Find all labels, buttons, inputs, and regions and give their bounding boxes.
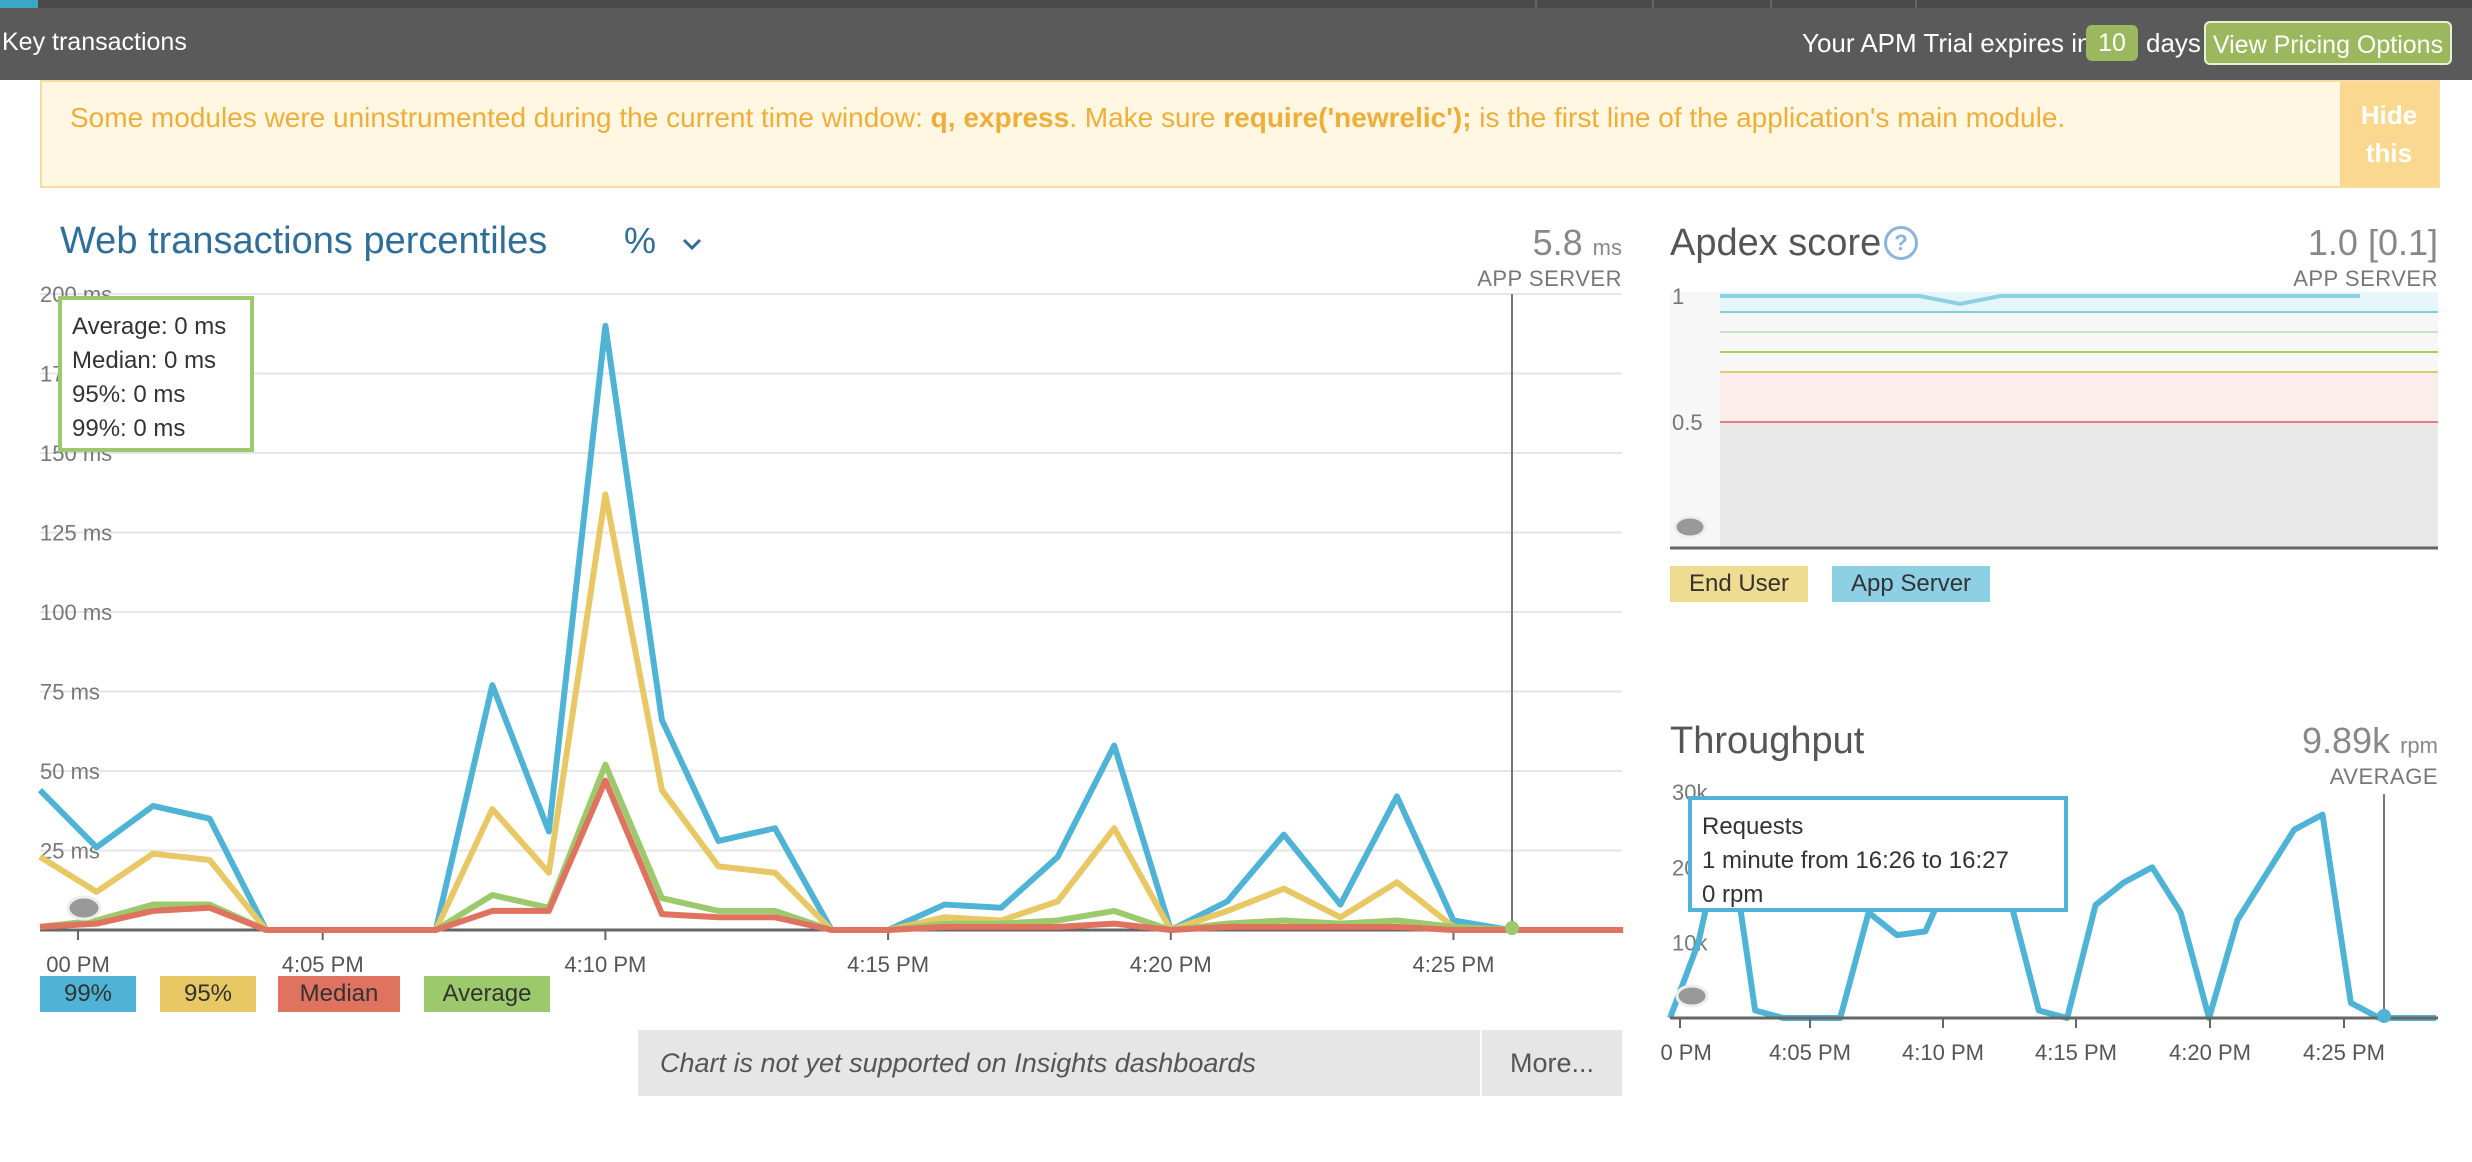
breadcrumb[interactable]: Key transactions: [2, 28, 187, 57]
series-line-average: [39, 761, 1624, 933]
trial-days-badge: 10: [2086, 25, 2138, 61]
x-tick-label: 4:10 PM: [1902, 1040, 1984, 1065]
hide-label-line: Hide: [2360, 100, 2418, 130]
uninstrumented-warning-banner: Some modules were uninstrumented during …: [40, 80, 2440, 188]
range-handle-icon: [1675, 984, 1709, 1008]
insights-notice: Chart is not yet supported on Insights d…: [638, 1030, 1480, 1096]
range-handle-icon: [66, 895, 102, 921]
more-button[interactable]: More...: [1482, 1030, 1622, 1096]
tooltip-line: Requests: [1702, 813, 1804, 840]
chevron-down-icon[interactable]: [680, 234, 704, 254]
apdex-title: Apdex score: [1670, 222, 1882, 264]
x-tick-label: 4:20 PM: [2169, 1040, 2251, 1065]
x-tick-label: 4:05 PM: [1769, 1040, 1851, 1065]
top-bar: Key transactions Your APM Trial expires …: [0, 0, 2472, 80]
hover-point: [2377, 1009, 2391, 1023]
tooltip-line: 95%: 0 ms: [72, 381, 186, 408]
legend-average[interactable]: Average: [424, 976, 550, 1012]
banner-code: require('newrelic');: [1223, 102, 1472, 133]
y-tick-label: 75 ms: [40, 680, 100, 705]
web-value-unit: ms: [1592, 235, 1622, 260]
tooltip-line: 1 minute from 16:26 to 16:27: [1702, 847, 2009, 874]
series-line-99: [37, 322, 1624, 933]
banner-modules: q, express: [930, 102, 1070, 133]
x-tick-label: 4:10 PM: [564, 952, 646, 977]
web-value-number: 5.8: [1532, 222, 1583, 263]
x-tick-label: 4:15 PM: [2035, 1040, 2117, 1065]
x-tick-label: 4:25 PM: [2303, 1040, 2385, 1065]
banner-text-part: . Make sure: [1069, 102, 1224, 133]
hide-banner-button[interactable]: Hide this: [2340, 82, 2438, 186]
trial-days-label: days: [2146, 28, 2201, 58]
x-tick-label: 00 PM: [46, 952, 110, 977]
trial-text: Your APM Trial expires in: [1802, 28, 2092, 58]
legend-99[interactable]: 99%: [40, 976, 136, 1012]
range-handle-icon: [1673, 515, 1707, 539]
percentile-selector[interactable]: %: [624, 220, 656, 262]
apdex-frustrated-zone: [1720, 372, 2438, 422]
hover-point: [1505, 921, 1519, 935]
throughput-title: Throughput: [1670, 720, 1865, 762]
apdex-poor-zone: [1720, 422, 2438, 548]
banner-text-part: Some modules were uninstrumented during …: [70, 102, 931, 133]
y-tick-label: 1: [1672, 284, 1684, 309]
nav-separator: [1535, 0, 1537, 8]
help-icon[interactable]: ?: [1884, 226, 1918, 260]
y-tick-label: 100 ms: [40, 600, 112, 625]
nav-separator: [1915, 0, 1917, 8]
throughput-value: 9.89k rpm: [2150, 720, 2438, 762]
y-tick-label: 0.5: [1672, 410, 1703, 435]
legend-end-user[interactable]: End User: [1670, 566, 1808, 602]
series-line-95: [38, 491, 1624, 933]
banner-text-part: is the first line of the application's m…: [1471, 102, 2066, 133]
web-transactions-title: Web transactions percentiles: [60, 220, 548, 262]
web-chart-tooltip: Average: 0 ms Median: 0 ms 95%: 0 ms 99%…: [58, 296, 254, 452]
nav-separator: [1652, 0, 1654, 8]
top-nav-strip: [0, 0, 2472, 8]
banner-message: Some modules were uninstrumented during …: [70, 102, 2065, 134]
x-tick-label: 4:15 PM: [847, 952, 929, 977]
apdex-chart[interactable]: 10.5: [1660, 280, 2450, 560]
series-line-median: [39, 777, 1624, 933]
web-value: 5.8 ms: [1400, 222, 1622, 264]
y-tick-label: 50 ms: [40, 759, 100, 784]
apdex-value: 1.0 [0.1]: [2307, 222, 2438, 263]
nav-separator: [1770, 0, 1772, 8]
legend-95[interactable]: 95%: [160, 976, 256, 1012]
x-tick-label: 00 PM: [1660, 1040, 1712, 1065]
throughput-value-number: 9.89k: [2302, 720, 2391, 761]
tooltip-line: 0 rpm: [1702, 881, 1764, 908]
x-tick-label: 4:05 PM: [282, 952, 364, 977]
legend-app-server[interactable]: App Server: [1832, 566, 1990, 602]
tooltip-line: Median: 0 ms: [72, 347, 217, 374]
legend-median[interactable]: Median: [278, 976, 400, 1012]
throughput-value-unit: rpm: [2400, 733, 2438, 758]
active-nav-indicator: [0, 0, 38, 8]
x-tick-label: 4:20 PM: [1130, 952, 1212, 977]
tooltip-line: Average: 0 ms: [72, 313, 227, 340]
hide-label-line: this: [2365, 138, 2413, 168]
throughput-tooltip: Requests 1 minute from 16:26 to 16:27 0 …: [1688, 796, 2068, 912]
x-tick-label: 4:25 PM: [1412, 952, 1494, 977]
view-pricing-button[interactable]: View Pricing Options: [2204, 21, 2452, 65]
y-tick-label: 125 ms: [40, 521, 112, 546]
tooltip-line: 99%: 0 ms: [72, 415, 186, 442]
